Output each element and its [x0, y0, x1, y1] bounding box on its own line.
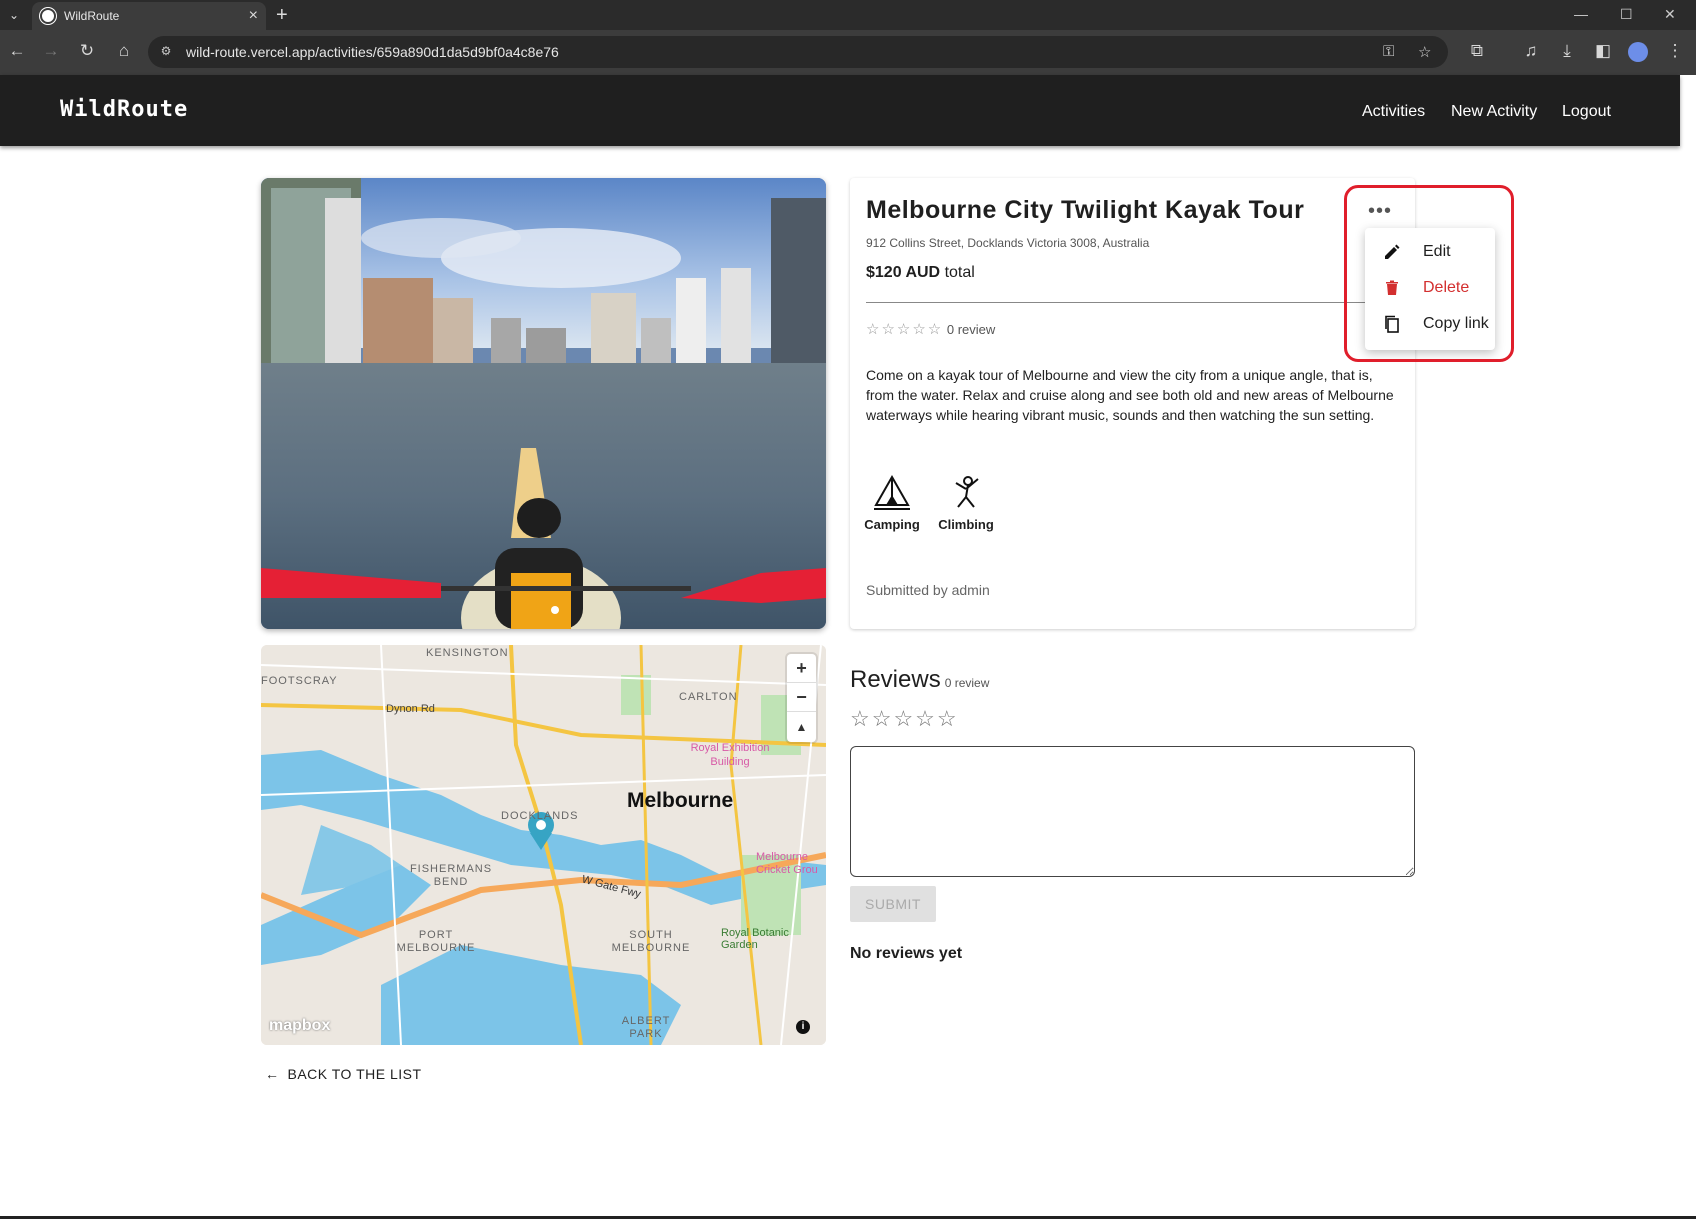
activity-title: Melbourne City Twilight Kayak Tour — [866, 196, 1305, 224]
carousel-indicator[interactable] — [551, 606, 559, 614]
map-label-dynon-rd: Dynon Rd — [386, 703, 435, 715]
camping-icon — [874, 474, 910, 510]
zoom-in-button[interactable]: + — [787, 654, 816, 683]
review-textarea[interactable] — [850, 746, 1415, 877]
map-zoom-controls: + − ▲ — [787, 654, 816, 742]
bookmark-star-icon[interactable]: ☆ — [1418, 43, 1431, 61]
amenity-camping-label: Camping — [864, 517, 920, 532]
nav-activities-link[interactable]: Activities — [1362, 103, 1425, 121]
back-to-list-label: BACK TO THE LIST — [287, 1066, 422, 1082]
download-icon[interactable]: ⤓ — [1556, 40, 1578, 62]
mapbox-logo[interactable]: mapbox — [269, 1017, 330, 1035]
compass-button[interactable]: ▲ — [787, 712, 816, 741]
tab-search-icon[interactable]: ⌄ — [0, 0, 28, 30]
close-tab-icon[interactable]: × — [249, 8, 258, 24]
map-label-royal-botanic: Royal Botanic Garden — [721, 927, 789, 951]
map-label-carlton: CARLTON — [679, 691, 738, 703]
extensions-icon[interactable]: ⧉ — [1466, 40, 1488, 62]
amenity-climbing: Climbing — [936, 473, 996, 532]
address-bar[interactable]: ⚙ wild-route.vercel.app/activities/659a8… — [148, 36, 1448, 68]
map-label-royal-exhibition: Royal Exhibition Building — [690, 742, 770, 768]
divider — [866, 302, 1399, 303]
activity-image-carousel[interactable] — [261, 178, 826, 629]
minimize-icon[interactable]: — — [1574, 6, 1588, 22]
map-label-melbourne-cricket: Melbourne Cricket Grou — [756, 851, 818, 876]
tab-title: WildRoute — [64, 9, 120, 23]
reviews-title: Reviews — [850, 666, 941, 693]
activity-details-card: Melbourne City Twilight Kayak Tour 912 C… — [850, 178, 1415, 629]
location-map[interactable]: KENSINGTON FOOTSCRAY Dynon Rd CARLTON Ro… — [261, 645, 826, 1045]
password-key-icon[interactable]: ⚿ — [1383, 43, 1394, 60]
map-label-melbourne: Melbourne — [627, 789, 734, 812]
price-suffix: total — [944, 264, 975, 281]
app-header: WildRoute Activities New Activity Logout — [0, 75, 1680, 146]
back-arrow-icon[interactable]: ← — [6, 40, 28, 62]
browser-tab[interactable]: WildRoute × — [32, 2, 266, 30]
rating-stars: ☆☆☆☆☆ — [866, 321, 944, 338]
activity-price: $120 AUD total — [866, 264, 975, 282]
nav-logout-link[interactable]: Logout — [1562, 103, 1611, 121]
map-canvas — [261, 645, 826, 1045]
submit-review-button[interactable]: SUBMIT — [850, 886, 936, 922]
forward-arrow-icon[interactable]: → — [40, 40, 62, 62]
home-icon[interactable]: ⌂ — [113, 40, 135, 62]
map-label-kensington: KENSINGTON — [426, 647, 509, 659]
attribution-info-icon[interactable]: i — [796, 1020, 810, 1034]
media-icon[interactable]: ♫ — [1520, 40, 1542, 62]
activity-description: Come on a kayak tour of Melbourne and vi… — [866, 367, 1394, 423]
brand-logo[interactable]: WildRoute — [60, 97, 188, 122]
reload-icon[interactable]: ↻ — [76, 40, 98, 62]
profile-avatar[interactable] — [1628, 42, 1648, 62]
map-label-footscray: FOOTSCRAY — [261, 675, 338, 687]
reviews-heading: Reviews 0 review — [850, 666, 989, 694]
nav-new-activity-link[interactable]: New Activity — [1451, 103, 1537, 121]
map-label-fishermans-bend: FISHERMANS BEND — [409, 863, 493, 888]
submitted-by: Submitted by admin — [866, 582, 990, 598]
amenity-camping: Camping — [862, 473, 922, 532]
activity-rating: ☆☆☆☆☆ 0 review — [866, 320, 995, 338]
maximize-icon[interactable]: ☐ — [1620, 6, 1633, 23]
arrow-left-icon: ← — [265, 1066, 280, 1082]
site-info-icon[interactable]: ⚙ — [158, 44, 174, 60]
reviews-count: 0 review — [944, 676, 990, 690]
review-star-rating-input[interactable]: ☆☆☆☆☆ — [850, 706, 959, 732]
zoom-out-button[interactable]: − — [787, 683, 816, 712]
kebab-menu-icon[interactable]: ⋮ — [1664, 40, 1686, 62]
close-window-icon[interactable]: ✕ — [1664, 6, 1676, 23]
url-text[interactable]: wild-route.vercel.app/activities/659a890… — [186, 44, 559, 60]
kayak-photo — [261, 178, 826, 629]
climbing-icon — [955, 476, 979, 508]
map-label-albert-park: ALBERT PARK — [621, 1015, 671, 1040]
amenity-climbing-label: Climbing — [938, 517, 994, 532]
map-label-docklands: DOCKLANDS — [501, 810, 579, 822]
rating-count: 0 review — [946, 322, 996, 337]
favicon-icon — [40, 8, 56, 24]
new-tab-icon[interactable]: + — [276, 4, 288, 26]
browser-tab-strip: ⌄ WildRoute × + — ☐ ✕ — [0, 0, 1696, 30]
activity-address: 912 Collins Street, Docklands Victoria 3… — [866, 236, 1150, 250]
map-label-south-melbourne: SOUTH MELBOURNE — [611, 929, 691, 954]
price-amount: $120 AUD — [866, 264, 941, 281]
map-label-port-melbourne: PORT MELBOURNE — [396, 929, 476, 954]
back-to-list-link[interactable]: ← BACK TO THE LIST — [265, 1066, 422, 1082]
annotation-highlight-box — [1344, 185, 1514, 362]
side-panel-icon[interactable]: ◧ — [1592, 40, 1614, 62]
browser-toolbar: ← → ↻ ⌂ ⚙ wild-route.vercel.app/activiti… — [0, 30, 1696, 75]
no-reviews-message: No reviews yet — [850, 945, 963, 962]
